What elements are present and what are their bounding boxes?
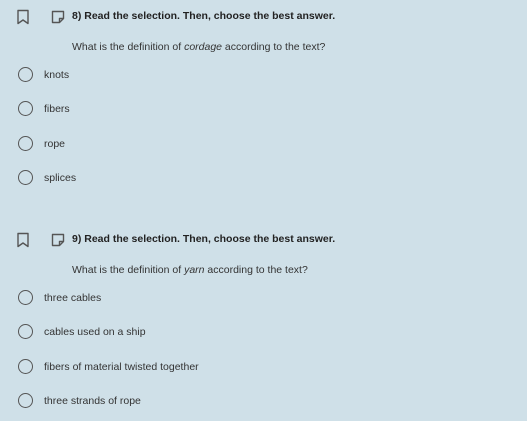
answer-option[interactable]: three cables bbox=[18, 290, 318, 308]
radio-button[interactable] bbox=[18, 290, 33, 305]
option-label: knots bbox=[44, 69, 70, 81]
prompt-term: cordage bbox=[184, 41, 223, 53]
option-label: rope bbox=[44, 138, 66, 150]
option-label: fibers bbox=[44, 103, 70, 115]
answer-option[interactable]: three strands of rope bbox=[18, 393, 318, 411]
prompt-text-after: according to the text? bbox=[204, 264, 308, 276]
answer-option[interactable]: fibers bbox=[18, 101, 318, 119]
prompt-text-before: What is the definition of bbox=[72, 41, 185, 53]
question-prompt: What is the definition of yarn according… bbox=[72, 264, 308, 276]
question-header: 9) Read the selection. Then, choose the … bbox=[0, 229, 527, 251]
question-title: 9) Read the selection. Then, choose the … bbox=[72, 233, 336, 245]
radio-button[interactable] bbox=[18, 101, 33, 116]
option-label: three cables bbox=[44, 292, 102, 304]
note-icon[interactable] bbox=[50, 232, 66, 248]
prompt-text-after: according to the text? bbox=[222, 41, 326, 53]
answer-option[interactable]: cables used on a ship bbox=[18, 324, 318, 342]
question-header: 8) Read the selection. Then, choose the … bbox=[0, 6, 527, 28]
answer-option[interactable]: splices bbox=[18, 170, 318, 188]
question-title: 8) Read the selection. Then, choose the … bbox=[72, 10, 336, 22]
radio-button[interactable] bbox=[18, 393, 33, 408]
radio-button[interactable] bbox=[18, 359, 33, 374]
answer-option[interactable]: knots bbox=[18, 67, 318, 85]
option-label: three strands of rope bbox=[44, 395, 141, 407]
radio-button[interactable] bbox=[18, 67, 33, 82]
radio-button[interactable] bbox=[18, 324, 33, 339]
option-label: cables used on a ship bbox=[44, 326, 146, 338]
question-9: 9) Read the selection. Then, choose the … bbox=[0, 229, 527, 419]
question-8: 8) Read the selection. Then, choose the … bbox=[0, 6, 527, 196]
prompt-text-before: What is the definition of bbox=[72, 264, 185, 276]
radio-button[interactable] bbox=[18, 170, 33, 185]
answer-option[interactable]: rope bbox=[18, 136, 318, 154]
radio-button[interactable] bbox=[18, 136, 33, 151]
bookmark-icon[interactable] bbox=[16, 232, 30, 248]
note-icon[interactable] bbox=[50, 9, 66, 25]
answer-option[interactable]: fibers of material twisted together bbox=[18, 359, 318, 377]
question-prompt: What is the definition of cordage accord… bbox=[72, 41, 325, 53]
option-label: splices bbox=[44, 172, 77, 184]
prompt-term: yarn bbox=[184, 264, 205, 276]
option-label: fibers of material twisted together bbox=[44, 361, 199, 373]
bookmark-icon[interactable] bbox=[16, 9, 30, 25]
